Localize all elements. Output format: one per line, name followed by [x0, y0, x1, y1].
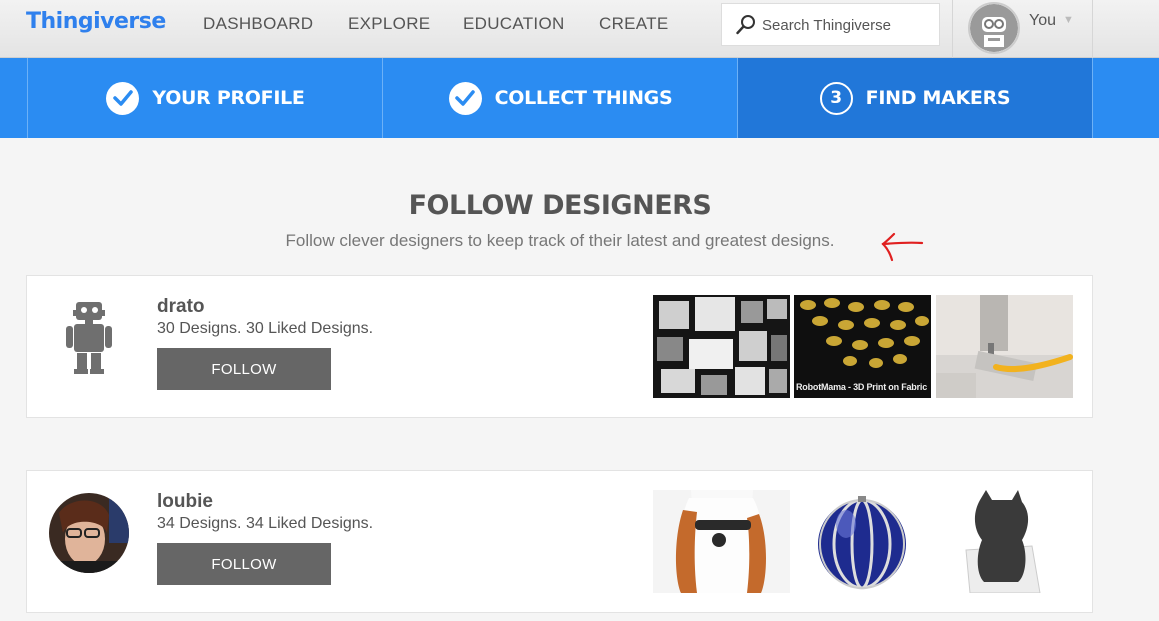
designer-card: loubie 34 Designs. 34 Liked Designs. FOL…	[26, 470, 1093, 613]
ornament-ball-image	[794, 490, 931, 593]
thumbnail-caption: RobotMama - 3D Print on Fabric	[796, 382, 928, 392]
user-menu[interactable]: You ▼	[952, 0, 1093, 58]
designer-name[interactable]: loubie	[157, 491, 213, 513]
red-arrow-annotation-icon	[881, 232, 924, 262]
user-avatar[interactable]	[968, 2, 1020, 54]
search-box[interactable]	[721, 3, 940, 46]
design-thumbnail[interactable]	[936, 490, 1073, 593]
nav-explore[interactable]: EXPLORE	[348, 14, 430, 34]
follow-button[interactable]: FOLLOW	[157, 348, 331, 390]
step-label: FIND MAKERS	[865, 87, 1011, 109]
search-input[interactable]	[762, 14, 932, 36]
nav-create[interactable]: CREATE	[599, 14, 669, 34]
design-thumbnail[interactable]	[653, 490, 790, 593]
section-subtitle: Follow clever designers to keep track of…	[285, 231, 835, 250]
user-photo-avatar	[49, 493, 129, 573]
chevron-down-icon[interactable]: ▼	[1063, 14, 1074, 26]
cat-in-box-image	[936, 490, 1073, 593]
step-label: YOUR PROFILE	[152, 87, 305, 109]
dog-figurine-image	[653, 490, 790, 593]
design-thumbnail[interactable]: RobotMama - 3D Print on Fabric	[794, 295, 931, 398]
onboarding-steps: YOUR PROFILE COLLECT THINGS 3 FIND MAKER…	[0, 58, 1159, 138]
section-title: FOLLOW DESIGNERS	[408, 190, 712, 221]
designer-stats: 34 Designs. 34 Liked Designs.	[157, 515, 374, 532]
user-name-label[interactable]: You	[1029, 12, 1056, 30]
step-collect-things[interactable]: COLLECT THINGS	[382, 58, 738, 138]
step-find-makers[interactable]: 3 FIND MAKERS	[737, 58, 1093, 138]
design-thumbnail[interactable]	[936, 295, 1073, 398]
sewing-machine-image	[936, 295, 1073, 398]
search-icon	[736, 15, 755, 35]
designer-card: drato 30 Designs. 30 Liked Designs. FOLL…	[26, 275, 1093, 418]
designer-name[interactable]: drato	[157, 296, 205, 318]
step-label: COLLECT THINGS	[494, 87, 673, 109]
checkmark-icon	[106, 81, 140, 115]
follow-button[interactable]: FOLLOW	[157, 543, 331, 585]
thingiverse-logo[interactable]: Thingiverse	[26, 9, 166, 34]
designer-stats: 30 Designs. 30 Liked Designs.	[157, 320, 374, 337]
robot-avatar-icon	[66, 302, 112, 374]
lattice-print-image	[653, 295, 790, 398]
nav-education[interactable]: EDUCATION	[463, 14, 565, 34]
checkmark-icon	[448, 81, 482, 115]
robot-face-icon	[970, 4, 1018, 52]
design-thumbnail[interactable]	[653, 295, 790, 398]
step-number-badge: 3	[819, 81, 853, 115]
top-navigation: Thingiverse DASHBOARD EXPLORE EDUCATION …	[0, 0, 1159, 58]
nav-dashboard[interactable]: DASHBOARD	[203, 14, 313, 34]
design-thumbnail[interactable]	[794, 490, 931, 593]
step-your-profile[interactable]: YOUR PROFILE	[27, 58, 383, 138]
